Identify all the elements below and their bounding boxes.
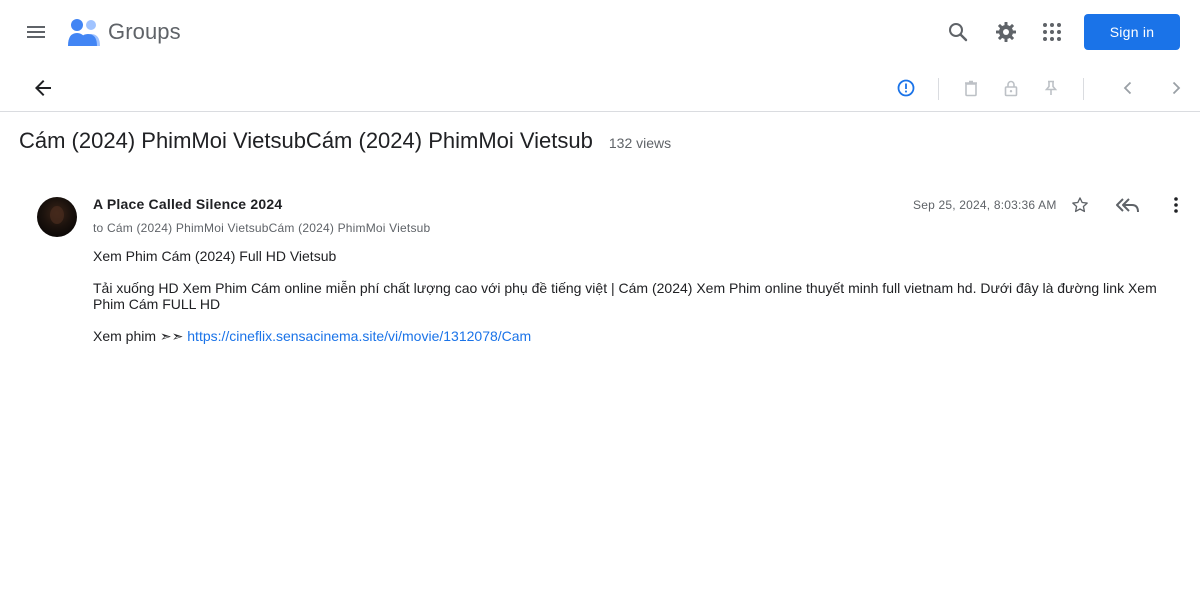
toolbar-divider: [1083, 78, 1084, 100]
main-menu-button[interactable]: [16, 12, 56, 52]
recipient-group[interactable]: Cám (2024) PhimMoi VietsubCám (2024) Phi…: [107, 221, 430, 235]
recipient-prefix: to: [93, 221, 104, 235]
previous-thread-button[interactable]: [1108, 68, 1148, 108]
more-options-button[interactable]: [1164, 191, 1188, 219]
message-recipient: to Cám (2024) PhimMoi VietsubCám (2024) …: [93, 221, 430, 235]
movie-link[interactable]: https://cineflix.sensacinema.site/vi/mov…: [187, 328, 531, 344]
lock-icon: [1004, 80, 1018, 97]
thread-header: Cám (2024) PhimMoi VietsubCám (2024) Phi…: [19, 128, 671, 154]
avatar[interactable]: [37, 197, 77, 237]
settings-button[interactable]: [986, 12, 1026, 52]
thread-toolbar: [0, 64, 1200, 112]
top-app-bar: Groups Sign in: [0, 0, 1200, 64]
trash-icon: [965, 80, 977, 97]
google-apps-button[interactable]: [1032, 12, 1072, 52]
chevron-right-icon: [1172, 81, 1181, 95]
thread-title: Cám (2024) PhimMoi VietsubCám (2024) Phi…: [19, 128, 593, 153]
more-vert-icon: [1174, 197, 1178, 213]
chevron-left-icon: [1123, 81, 1132, 95]
apps-grid-icon: [1043, 23, 1061, 41]
star-icon: [1072, 197, 1088, 213]
message-date: Sep 25, 2024, 8:03:36 AM: [913, 198, 1057, 212]
report-button[interactable]: [886, 68, 926, 108]
report-icon: [897, 79, 915, 97]
toolbar-divider: [938, 78, 939, 100]
lock-button[interactable]: [991, 68, 1031, 108]
message-paragraph: Tải xuống HD Xem Phim Cám online miễn ph…: [93, 280, 1157, 312]
reply-all-icon: [1116, 198, 1139, 213]
app-name: Groups: [108, 19, 181, 44]
message-paragraph: Xem phim ➣➣ https://cineflix.sensacinema…: [93, 328, 1173, 344]
reply-all-button[interactable]: [1113, 191, 1143, 219]
search-icon: [949, 23, 968, 42]
groups-logo[interactable]: Groups: [66, 17, 181, 47]
delete-button[interactable]: [951, 68, 991, 108]
star-button[interactable]: [1066, 191, 1094, 219]
next-thread-button[interactable]: [1156, 68, 1196, 108]
sign-in-button[interactable]: Sign in: [1084, 14, 1180, 50]
search-button[interactable]: [938, 12, 978, 52]
message-paragraph: Xem Phim Cám (2024) Full HD Vietsub: [93, 248, 337, 264]
message-author[interactable]: A Place Called Silence 2024: [93, 196, 282, 212]
pin-button[interactable]: [1031, 68, 1071, 108]
view-count: 132 views: [608, 135, 672, 151]
pin-icon: [1044, 80, 1058, 95]
avatar-photo: [50, 206, 64, 224]
menu-icon: [27, 26, 45, 38]
link-prefix: Xem phim ➣➣: [93, 328, 184, 344]
gear-icon: [996, 22, 1016, 42]
back-button[interactable]: [23, 68, 63, 108]
groups-logo-icon: [68, 19, 100, 46]
arrow-back-icon: [35, 80, 51, 96]
